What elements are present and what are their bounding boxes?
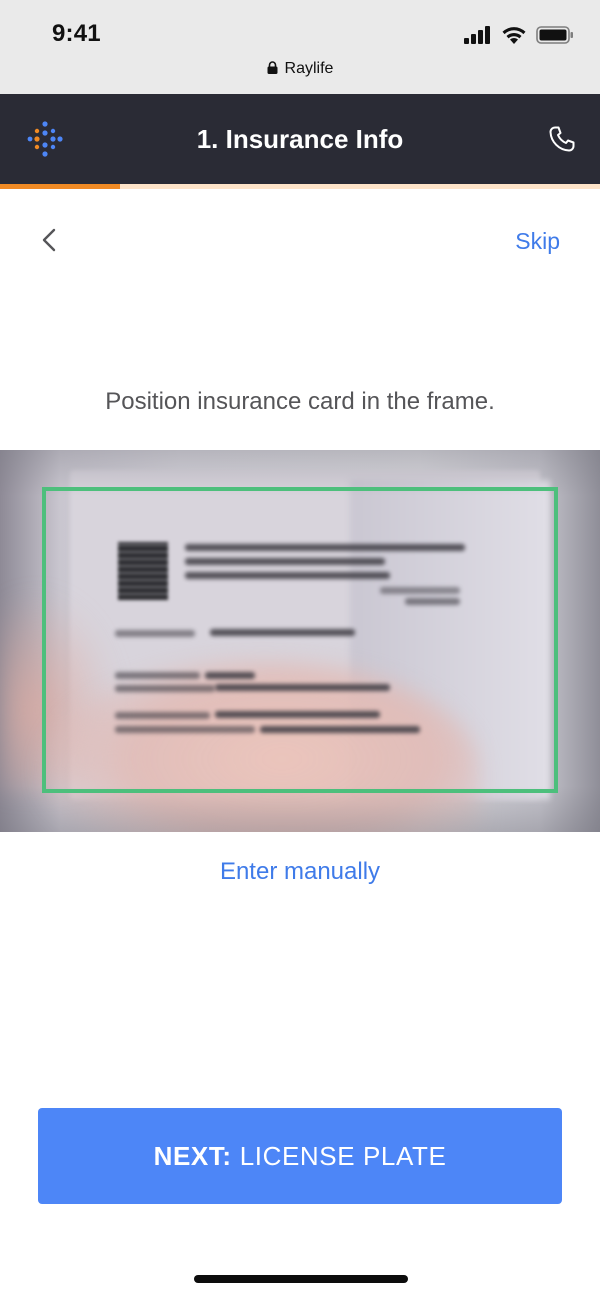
battery-icon xyxy=(536,26,573,44)
phone-icon[interactable] xyxy=(548,125,576,153)
lock-icon xyxy=(267,61,278,74)
signal-icon xyxy=(464,26,490,44)
scan-frame xyxy=(42,487,558,793)
system-icons xyxy=(464,24,574,46)
back-chevron-icon[interactable] xyxy=(38,226,64,254)
next-button-label: LICENSE PLATE xyxy=(239,1140,447,1171)
status-time: 9:41 xyxy=(52,20,101,47)
skip-button[interactable]: Skip xyxy=(515,228,560,255)
url-text: Raylife xyxy=(284,60,334,77)
progress-fill xyxy=(0,184,120,189)
status-bar: 9:41 Raylife xyxy=(0,0,600,94)
url-bar[interactable]: Raylife xyxy=(0,60,600,78)
next-button[interactable]: NEXT: LICENSE PLATE xyxy=(38,1108,562,1204)
home-indicator[interactable] xyxy=(194,1275,408,1283)
page-title: 1. Insurance Info xyxy=(196,124,404,154)
camera-viewfinder xyxy=(0,450,600,832)
instruction-text: Position insurance card in the frame. xyxy=(105,388,495,415)
app-header: 1. Insurance Info xyxy=(0,94,600,184)
next-button-prefix: NEXT: xyxy=(153,1140,232,1171)
progress-bar xyxy=(0,184,600,189)
wifi-icon xyxy=(502,26,526,44)
enter-manually-link[interactable]: Enter manually xyxy=(0,858,600,886)
